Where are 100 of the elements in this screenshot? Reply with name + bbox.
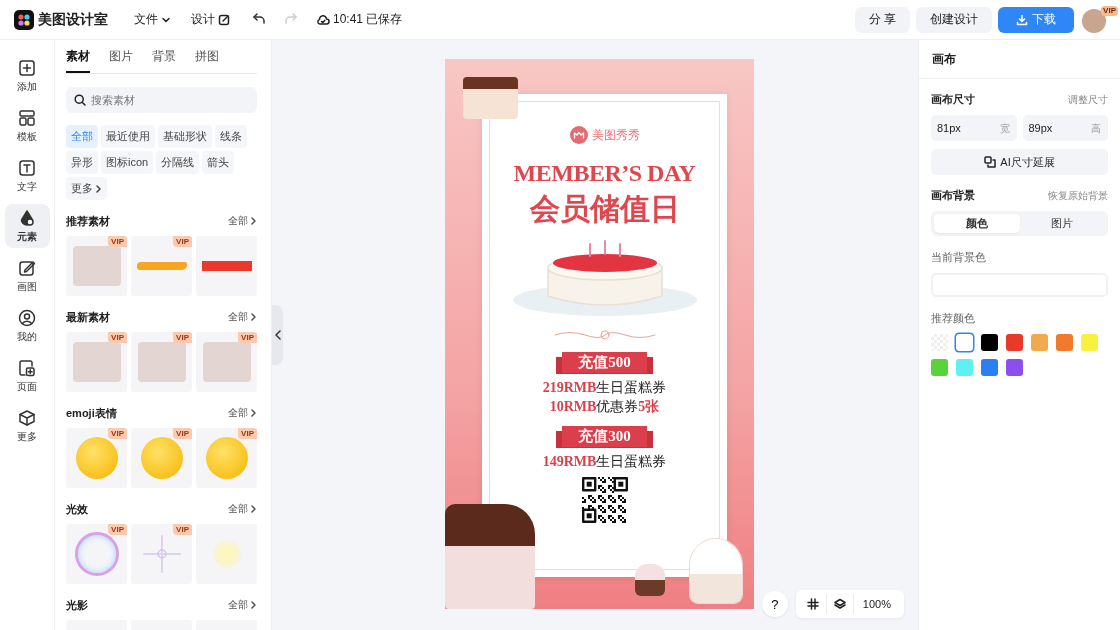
chevron-right-icon [250,504,257,514]
vip-badge: VIP [108,524,127,535]
filter-tag[interactable]: 基础形状 [158,125,212,148]
tab[interactable]: 拼图 [195,48,219,73]
search-icon [74,94,86,106]
field-label: 推荐颜色 [931,311,976,326]
collapse-handle[interactable] [272,305,283,365]
color-swatch[interactable] [956,334,973,351]
asset-tile[interactable] [196,524,257,584]
sidebar-item[interactable]: 文字 [4,154,50,198]
vip-badge: VIP [173,236,192,247]
app-name: 美图设计室 [38,10,108,29]
asset-tile[interactable]: VIP [66,236,127,296]
sidebar-item[interactable]: 更多 [4,404,50,448]
color-swatch[interactable] [931,359,948,376]
brush-stroke-graphic [136,262,187,270]
save-status: 10:41 已保存 [333,11,403,28]
file-menu[interactable]: 文件 [134,7,171,32]
section-title: 光影 [66,597,88,613]
view-all-link[interactable]: 全部 [228,502,257,516]
tab[interactable]: 背景 [152,48,176,73]
template-icon [18,108,36,127]
filter-tag[interactable]: 最近使用 [101,125,155,148]
color-swatch[interactable] [981,359,998,376]
view-all-link[interactable]: 全部 [228,406,257,420]
asset-tile[interactable]: VIP [196,428,257,488]
vip-badge: VIP [108,332,127,343]
asset-tile[interactable]: VIP [131,428,192,488]
view-all-link[interactable]: 全部 [228,598,257,612]
design-menu[interactable]: 设计 [191,7,230,32]
color-swatch[interactable] [1006,334,1023,351]
section-title: 最新素材 [66,309,110,325]
asset-tile[interactable]: VIP [66,524,127,584]
asset-tile[interactable]: VIP [131,524,192,584]
asset-tile[interactable]: VIP [131,332,192,392]
segment-tab[interactable]: 图片 [1019,214,1105,233]
more-button[interactable]: 更多 [66,177,107,200]
emoji-graphic [140,437,183,479]
asset-tile[interactable]: VIP [66,332,127,392]
color-swatch[interactable] [956,359,973,376]
filter-tag[interactable]: 分隔线 [156,151,200,174]
grid-icon [806,598,819,610]
sidebar-item[interactable]: 模板 [4,104,50,148]
view-all-link[interactable]: 全部 [228,214,257,228]
plus-icon [18,58,36,77]
view-all-link[interactable]: 全部 [228,310,257,324]
asset-tile[interactable]: VIP [196,332,257,392]
ai-resize-button[interactable]: AI尺寸延展 [931,149,1108,175]
tab[interactable]: 素材 [66,48,90,73]
bar-graphic [201,261,252,271]
resize-link[interactable]: 调整尺寸 [1068,92,1108,107]
segment-tab[interactable]: 颜色 [934,214,1020,233]
qr-code [581,477,628,523]
offer-text: 219RMB生日蛋糕券 [542,379,667,397]
poster-title: MEMBER’S DAY [513,160,696,187]
tab[interactable]: 图片 [109,48,133,73]
color-swatch[interactable] [1056,334,1073,351]
photo-placeholder [72,246,121,286]
undo-icon [252,11,266,25]
color-swatch[interactable] [1006,359,1023,376]
sidebar-item[interactable]: 页面 [4,354,50,398]
color-swatch[interactable] [981,334,998,351]
chevron-right-icon [95,183,102,194]
filter-tag[interactable]: 线条 [215,125,247,148]
vip-badge: VIP [238,332,257,343]
chevron-left-icon [274,330,281,340]
filter-tag[interactable]: 图标icon [101,151,154,174]
layers-icon [833,598,846,610]
sidebar-item[interactable]: 画图 [4,254,50,298]
section-title: emoji表情 [66,405,117,421]
download-button[interactable]: 下载 [998,6,1074,33]
vip-badge: VIP [108,236,127,247]
vip-badge: VIP [238,428,257,439]
asset-tile[interactable]: VIP [131,236,192,296]
text-icon [18,158,36,177]
panel-title: 画布 [919,40,1120,79]
sidebar-item[interactable]: 添加 [4,54,50,98]
chevron-right-icon [250,408,257,418]
chevron-right-icon [250,216,257,226]
filter-tag[interactable]: 异形 [66,151,98,174]
action-button[interactable]: 分 享 [854,6,910,33]
color-swatch[interactable] [1081,334,1098,351]
sidebar-item[interactable]: 我的 [4,304,50,348]
reset-background-link[interactable]: 恢复原始背景 [1048,188,1108,203]
asset-tile[interactable] [196,236,257,296]
sidebar-item[interactable]: 元素 [4,204,50,248]
filter-tag[interactable]: 箭头 [202,151,235,174]
asset-tile[interactable]: VIP [66,428,127,488]
chevron-right-icon [250,600,257,610]
field-label: 当前背景色 [931,250,987,265]
unit-label: 宽 [999,122,1010,136]
zoom-level[interactable]: 100% [853,594,900,614]
action-button[interactable]: 创建设计 [916,6,992,33]
help-button[interactable]: ? [761,591,788,617]
chevron-right-icon [250,312,257,322]
download-icon [1016,13,1028,26]
brand-name: 美图秀秀 [591,126,640,144]
search-field[interactable]: 搜索素材 [66,87,257,113]
color-swatch[interactable] [1031,334,1048,351]
vip-badge: VIP [1101,5,1118,16]
